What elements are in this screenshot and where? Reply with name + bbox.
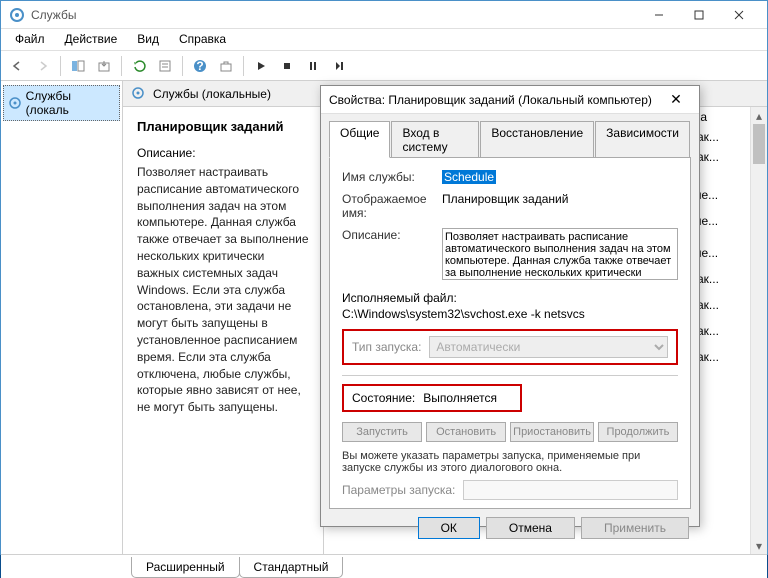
status-highlight: Состояние: Выполняется xyxy=(342,384,522,412)
menu-view[interactable]: Вид xyxy=(127,29,169,50)
label-params: Параметры запуска: xyxy=(342,483,455,497)
services-icon xyxy=(9,7,25,23)
value-exe: C:\Windows\system32\svchost.exe -k netsv… xyxy=(342,307,585,321)
stop-service-button[interactable] xyxy=(275,54,299,78)
show-hide-tree-button[interactable] xyxy=(66,54,90,78)
description-textarea[interactable]: Позволяет настраивать расписание автомат… xyxy=(442,228,678,280)
tab-extended[interactable]: Расширенный xyxy=(131,557,240,578)
menu-help[interactable]: Справка xyxy=(169,29,236,50)
service-name-heading: Планировщик заданий xyxy=(137,119,309,134)
label-exe: Исполняемый файл: xyxy=(342,291,457,305)
minimize-button[interactable] xyxy=(639,2,679,28)
description-text: Позволяет настраивать расписание автомат… xyxy=(137,164,309,416)
label-display-name: Отображаемое имя: xyxy=(342,192,434,220)
params-note: Вы можете указать параметры запуска, при… xyxy=(342,450,678,474)
titlebar: Службы xyxy=(1,1,767,29)
properties-dialog: Свойства: Планировщик заданий (Локальный… xyxy=(320,85,700,527)
scroll-up-icon[interactable]: ▴ xyxy=(751,107,767,124)
tab-general[interactable]: Общие xyxy=(329,121,390,158)
label-description: Описание: xyxy=(342,228,434,242)
tab-logon[interactable]: Вход в систему xyxy=(391,121,479,158)
description-panel: Планировщик заданий Описание: Позволяет … xyxy=(123,107,323,554)
tab-recovery[interactable]: Восстановление xyxy=(480,121,594,158)
value-service-name: Schedule xyxy=(442,170,496,184)
apply-button: Применить xyxy=(581,517,689,539)
value-display-name: Планировщик заданий xyxy=(442,192,678,206)
tree-node-services[interactable]: Службы (локаль xyxy=(3,85,120,121)
restart-service-button[interactable] xyxy=(327,54,351,78)
cancel-button[interactable]: Отмена xyxy=(486,517,575,539)
tab-dependencies[interactable]: Зависимости xyxy=(595,121,690,158)
dialog-tabs: Общие Вход в систему Восстановление Зави… xyxy=(321,114,699,157)
bottom-tabs: Расширенный Стандартный xyxy=(1,554,767,578)
window-title: Службы xyxy=(31,8,639,22)
tab-standard[interactable]: Стандартный xyxy=(239,557,344,578)
back-button[interactable] xyxy=(5,54,29,78)
start-service-button[interactable] xyxy=(249,54,273,78)
tab-panel-general: Имя службы: Schedule Отображаемое имя: П… xyxy=(329,157,691,509)
pause-service-button[interactable] xyxy=(301,54,325,78)
description-label: Описание: xyxy=(137,146,309,160)
svg-text:?: ? xyxy=(196,59,203,73)
properties-button[interactable] xyxy=(153,54,177,78)
subheader-title: Службы (локальные) xyxy=(153,87,271,101)
scrollbar[interactable]: ▴ ▾ xyxy=(750,107,767,554)
params-input xyxy=(463,480,678,500)
label-startup: Тип запуска: xyxy=(352,340,421,354)
help-button[interactable]: ? xyxy=(188,54,212,78)
menu-file[interactable]: Файл xyxy=(5,29,55,50)
startup-type-highlight: Тип запуска: Автоматически xyxy=(342,329,678,365)
dialog-titlebar: Свойства: Планировщик заданий (Локальный… xyxy=(321,86,699,114)
refresh-button[interactable] xyxy=(127,54,151,78)
ok-button[interactable]: ОК xyxy=(418,517,480,539)
menu-action[interactable]: Действие xyxy=(55,29,128,50)
tree-pane: Службы (локаль xyxy=(1,81,123,554)
forward-button[interactable] xyxy=(31,54,55,78)
label-service-name: Имя службы: xyxy=(342,170,434,184)
tree-node-label: Службы (локаль xyxy=(26,89,115,117)
pause-button: Приостановить xyxy=(510,422,594,442)
dialog-close-button[interactable]: ✕ xyxy=(661,91,691,108)
dialog-title: Свойства: Планировщик заданий (Локальный… xyxy=(329,93,661,107)
close-button[interactable] xyxy=(719,2,759,28)
resume-button: Продолжить xyxy=(598,422,678,442)
menubar: Файл Действие Вид Справка xyxy=(1,29,767,51)
value-status: Выполняется xyxy=(423,391,497,405)
maximize-button[interactable] xyxy=(679,2,719,28)
export-button[interactable] xyxy=(92,54,116,78)
startup-type-select: Автоматически xyxy=(429,336,668,358)
scroll-thumb[interactable] xyxy=(753,124,765,164)
stop-button: Остановить xyxy=(426,422,506,442)
scroll-down-icon[interactable]: ▾ xyxy=(751,537,767,554)
toolbox-button[interactable] xyxy=(214,54,238,78)
start-button: Запустить xyxy=(342,422,422,442)
toolbar: ? xyxy=(1,51,767,81)
label-status: Состояние: xyxy=(352,391,415,405)
